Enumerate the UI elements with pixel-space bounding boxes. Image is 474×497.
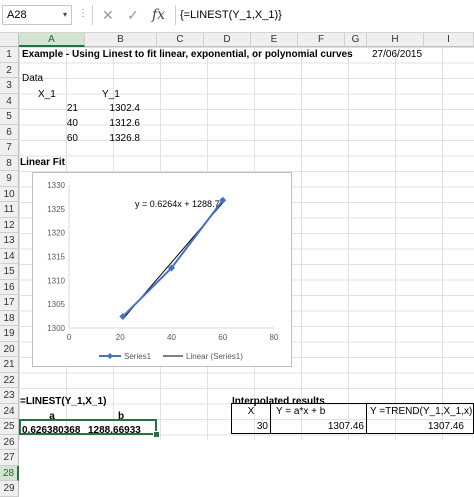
y-tick-label: 1305: [47, 300, 65, 309]
x-tick-label: 0: [67, 333, 72, 342]
row-header-1[interactable]: 1: [0, 47, 19, 63]
row-header-18[interactable]: 18: [0, 310, 19, 326]
x-value-cell[interactable]: 60: [20, 131, 78, 146]
row-header-4[interactable]: 4: [0, 93, 19, 109]
row-header-14[interactable]: 14: [0, 248, 19, 264]
more-options-icon[interactable]: ⋮: [78, 9, 88, 22]
row-header-21[interactable]: 21: [0, 357, 19, 373]
row-header-15[interactable]: 15: [0, 264, 19, 280]
title-cell[interactable]: Example - Using Linest to fit linear, ex…: [22, 47, 362, 62]
chart-svg: 0 20 40 60 80 1300 1305 1310 1315 1320 1325 1330 y …: [47, 181, 279, 361]
y-header-cell[interactable]: Y_1: [102, 87, 142, 102]
date-cell[interactable]: 27/06/2015: [372, 47, 432, 62]
x-tick-label: 20: [116, 333, 125, 342]
row-header-17[interactable]: 17: [0, 295, 19, 311]
row-header-6[interactable]: 6: [0, 124, 19, 140]
row-header-3[interactable]: 3: [0, 78, 19, 94]
formula-bar: A28 ▾ ⋮ ✕ ✓ fx {=LINEST(Y_1,X_1)}: [0, 0, 474, 33]
linear-fit-label[interactable]: Linear Fit: [20, 155, 80, 170]
name-box-dropdown-icon[interactable]: ▾: [63, 5, 67, 25]
x-tick-label: 60: [218, 333, 227, 342]
row-header-12[interactable]: 12: [0, 217, 19, 233]
row-header-24[interactable]: 24: [0, 403, 19, 419]
y-tick-label: 1330: [47, 181, 65, 190]
row-header-23[interactable]: 23: [0, 388, 19, 404]
row-header-9[interactable]: 9: [0, 171, 19, 187]
row-header-13[interactable]: 13: [0, 233, 19, 249]
linest-label-cell[interactable]: =LINEST(Y_1,X_1): [20, 394, 150, 409]
column-header-f[interactable]: F: [298, 33, 345, 47]
column-header-c[interactable]: C: [157, 33, 204, 47]
row-header-25[interactable]: 25: [0, 419, 19, 435]
legend-series-marker: [107, 353, 113, 359]
y-tick-label: 1325: [47, 205, 65, 214]
interp-y-header[interactable]: Y = a*x + b: [276, 404, 366, 419]
name-box[interactable]: A28: [2, 5, 72, 25]
y-tick-label: 1315: [47, 253, 65, 262]
y-tick-label: 1300: [47, 324, 65, 333]
y-value-cell[interactable]: 1312.6: [86, 116, 140, 131]
y-tick-label: 1310: [47, 276, 65, 285]
formula-input[interactable]: {=LINEST(Y_1,X_1)}: [180, 5, 474, 25]
column-header-h[interactable]: H: [367, 33, 424, 47]
y-value-cell[interactable]: 1302.4: [86, 101, 140, 116]
row-header-16[interactable]: 16: [0, 279, 19, 295]
data-label-cell[interactable]: Data: [22, 71, 82, 86]
divider: [175, 5, 176, 25]
enter-icon[interactable]: ✓: [127, 5, 139, 25]
insert-function-icon[interactable]: fx: [152, 5, 165, 25]
row-header-28[interactable]: 28: [0, 465, 19, 481]
chart-legend[interactable]: Series1 Linear (Series1): [99, 352, 243, 361]
trendline-equation[interactable]: y = 0.6264x + 1288.7: [135, 199, 220, 209]
selected-range[interactable]: [19, 419, 157, 435]
row-header-7[interactable]: 7: [0, 140, 19, 156]
interp-trend-header[interactable]: Y =TREND(Y_1,X_1,x): [370, 404, 474, 419]
x-value-cell[interactable]: 40: [20, 116, 78, 131]
row-header-19[interactable]: 19: [0, 326, 19, 342]
row-header-29[interactable]: 29: [0, 481, 19, 497]
row-header-27[interactable]: 27: [0, 450, 19, 466]
row-header-2[interactable]: 2: [0, 62, 19, 78]
column-header-a[interactable]: A: [19, 33, 85, 47]
cancel-icon[interactable]: ✕: [102, 5, 114, 25]
column-header-d[interactable]: D: [204, 33, 251, 47]
column-header-e[interactable]: E: [251, 33, 298, 47]
x-value-cell[interactable]: 21: [20, 101, 78, 116]
row-header-26[interactable]: 26: [0, 434, 19, 450]
fill-handle[interactable]: [153, 431, 160, 438]
divider: [92, 5, 93, 25]
x-header-cell[interactable]: X_1: [38, 87, 78, 102]
column-header-i[interactable]: I: [424, 33, 474, 47]
series-line: [122, 199, 224, 318]
select-all-corner[interactable]: [0, 33, 19, 47]
x-tick-label: 80: [270, 333, 279, 342]
y-value-cell[interactable]: 1326.8: [86, 131, 140, 146]
row-header-11[interactable]: 11: [0, 202, 19, 218]
interp-trend-value[interactable]: 1307.46: [368, 419, 464, 434]
legend-trend-label: Linear (Series1): [186, 352, 243, 361]
row-header-20[interactable]: 20: [0, 341, 19, 357]
x-tick-label: 40: [167, 333, 176, 342]
row-header-5[interactable]: 5: [0, 109, 19, 125]
column-header-b[interactable]: B: [85, 33, 157, 47]
interp-x-header[interactable]: X: [232, 404, 270, 419]
column-header-g[interactable]: G: [345, 33, 367, 47]
linear-fit-chart[interactable]: 0 20 40 60 80 1300 1305 1310 1315 1320 1325 1330 y …: [32, 172, 292, 367]
interp-x-value[interactable]: 30: [232, 419, 268, 434]
row-header-10[interactable]: 10: [0, 186, 19, 202]
row-header-8[interactable]: 8: [0, 155, 19, 171]
y-tick-label: 1320: [47, 229, 65, 238]
row-header-22[interactable]: 22: [0, 372, 19, 388]
legend-series-label: Series1: [124, 352, 152, 361]
interp-y-value[interactable]: 1307.46: [272, 419, 364, 434]
